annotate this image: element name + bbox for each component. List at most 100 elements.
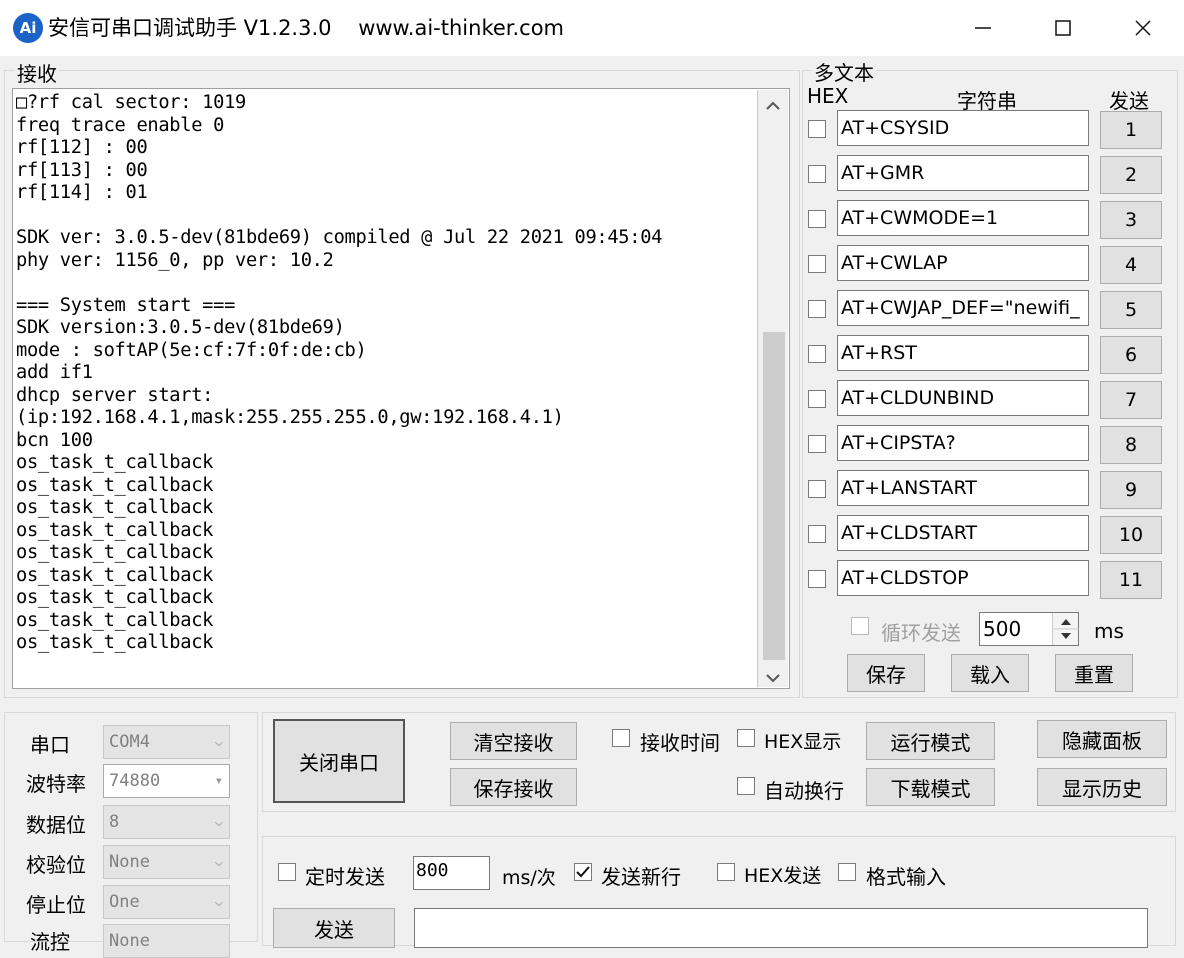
save-button[interactable]: 保存 — [847, 654, 925, 692]
chevron-down-icon: ⌵ — [214, 854, 223, 870]
parity-label: 校验位 — [26, 853, 86, 877]
chevron-down-icon: ⌵ — [214, 814, 223, 830]
send-command-button-9[interactable]: 9 — [1100, 471, 1162, 509]
auto-wrap-checkbox[interactable] — [737, 777, 755, 795]
hex-checkbox-3[interactable] — [808, 210, 826, 228]
stopbits-select[interactable]: One ⌵ — [103, 885, 230, 919]
command-input-4[interactable]: AT+CWLAP — [837, 245, 1089, 281]
send-textarea[interactable] — [414, 908, 1148, 948]
timed-send-checkbox[interactable] — [278, 863, 296, 881]
hex-send-checkbox[interactable] — [717, 863, 735, 881]
download-mode-button[interactable]: 下载模式 — [866, 768, 995, 806]
command-input-11[interactable]: AT+CLDSTOP — [837, 560, 1089, 596]
hex-checkbox-11[interactable] — [808, 570, 826, 588]
show-history-button[interactable]: 显示历史 — [1037, 768, 1167, 806]
window-title: 安信可串口调试助手 V1.2.3.0 www.ai-thinker.com — [48, 16, 565, 40]
flow-label: 流控 — [30, 930, 70, 954]
scroll-thumb[interactable] — [763, 332, 785, 660]
chevron-down-icon: ⌵ — [214, 734, 223, 750]
dropdown-arrow-icon: ▾ — [214, 773, 223, 789]
receive-textarea[interactable]: □?rf cal sector: 1019 freq trace enable … — [14, 90, 758, 687]
maximize-icon[interactable] — [1023, 0, 1103, 56]
port-select[interactable]: COM4 ⌵ — [103, 725, 230, 759]
command-input-3[interactable]: AT+CWMODE=1 — [837, 200, 1089, 236]
receive-time-label: 接收时间 — [640, 731, 720, 755]
hex-display-label: HEX显示 — [764, 731, 842, 753]
loop-send-label: 循环发送 — [881, 621, 961, 645]
hex-display-checkbox[interactable] — [737, 729, 755, 747]
loop-send-checkbox[interactable] — [851, 617, 869, 635]
load-button[interactable]: 载入 — [951, 654, 1029, 692]
hex-checkbox-1[interactable] — [808, 120, 826, 138]
flow-select[interactable]: None — [103, 924, 230, 958]
send-button[interactable]: 发送 — [273, 908, 395, 948]
command-input-8[interactable]: AT+CIPSTA? — [837, 425, 1089, 461]
loop-interval-spinner[interactable] — [1052, 613, 1079, 645]
command-input-5[interactable]: AT+CWJAP_DEF="newifi_ — [837, 290, 1089, 326]
hex-header: HEX — [807, 84, 849, 108]
send-command-button-11[interactable]: 11 — [1100, 561, 1162, 599]
loop-interval-value: 500 — [983, 617, 1022, 641]
scroll-down-icon[interactable] — [766, 668, 780, 687]
databits-select[interactable]: 8 ⌵ — [103, 805, 230, 839]
stopbits-value: One — [109, 892, 140, 912]
hex-checkbox-5[interactable] — [808, 300, 826, 318]
hex-checkbox-2[interactable] — [808, 165, 826, 183]
hex-send-label: HEX发送 — [744, 865, 822, 887]
save-receive-button[interactable]: 保存接收 — [450, 768, 577, 806]
minimize-icon[interactable] — [943, 0, 1023, 56]
send-command-button-1[interactable]: 1 — [1100, 111, 1162, 149]
send-newline-checkbox[interactable] — [574, 863, 592, 881]
hide-panel-button[interactable]: 隐藏面板 — [1037, 720, 1167, 758]
send-command-button-8[interactable]: 8 — [1100, 426, 1162, 464]
port-value: COM4 — [109, 732, 150, 752]
baud-select[interactable]: 74880 ▾ — [103, 764, 230, 798]
command-input-2[interactable]: AT+GMR — [837, 155, 1089, 191]
flow-value: None — [109, 931, 150, 951]
send-command-button-6[interactable]: 6 — [1100, 336, 1162, 374]
hex-checkbox-9[interactable] — [808, 480, 826, 498]
close-port-button[interactable]: 关闭串口 — [273, 719, 405, 803]
close-icon[interactable] — [1103, 0, 1183, 56]
interval-unit: ms/次 — [502, 867, 556, 889]
format-input-checkbox[interactable] — [838, 863, 856, 881]
receive-label: 接收 — [15, 58, 59, 87]
timed-interval-input[interactable]: 800 — [413, 856, 490, 890]
send-newline-label: 发送新行 — [601, 865, 681, 889]
baud-label: 波特率 — [26, 772, 86, 796]
receive-time-checkbox[interactable] — [612, 729, 630, 747]
reset-button[interactable]: 重置 — [1055, 654, 1133, 692]
command-input-1[interactable]: AT+CSYSID — [837, 110, 1089, 146]
loop-unit: ms — [1094, 619, 1124, 643]
multitext-label: 多文本 — [812, 57, 876, 86]
command-input-9[interactable]: AT+LANSTART — [837, 470, 1089, 506]
hex-checkbox-4[interactable] — [808, 255, 826, 273]
parity-select[interactable]: None ⌵ — [103, 845, 230, 879]
send-header: 发送 — [1109, 89, 1149, 113]
send-command-button-5[interactable]: 5 — [1100, 291, 1162, 329]
hex-checkbox-6[interactable] — [808, 345, 826, 363]
hex-checkbox-8[interactable] — [808, 435, 826, 453]
format-input-label: 格式输入 — [866, 865, 946, 889]
databits-value: 8 — [109, 812, 120, 832]
baud-value: 74880 — [109, 771, 161, 791]
parity-value: None — [109, 852, 150, 872]
run-mode-button[interactable]: 运行模式 — [866, 722, 995, 760]
clear-receive-button[interactable]: 清空接收 — [450, 722, 577, 760]
scroll-up-icon[interactable] — [766, 96, 780, 115]
hex-checkbox-7[interactable] — [808, 390, 826, 408]
command-input-7[interactable]: AT+CLDUNBIND — [837, 380, 1089, 416]
hex-checkbox-10[interactable] — [808, 525, 826, 543]
send-command-button-3[interactable]: 3 — [1100, 201, 1162, 239]
command-input-10[interactable]: AT+CLDSTART — [837, 515, 1089, 551]
auto-wrap-label: 自动换行 — [764, 779, 844, 803]
app-logo-icon: Ai — [13, 13, 43, 43]
send-command-button-7[interactable]: 7 — [1100, 381, 1162, 419]
send-command-button-10[interactable]: 10 — [1100, 516, 1162, 554]
checkmark-icon — [576, 866, 590, 878]
send-command-button-2[interactable]: 2 — [1100, 156, 1162, 194]
command-input-6[interactable]: AT+RST — [837, 335, 1089, 371]
stopbits-label: 停止位 — [26, 893, 86, 917]
timed-send-label: 定时发送 — [305, 865, 385, 889]
send-command-button-4[interactable]: 4 — [1100, 246, 1162, 284]
